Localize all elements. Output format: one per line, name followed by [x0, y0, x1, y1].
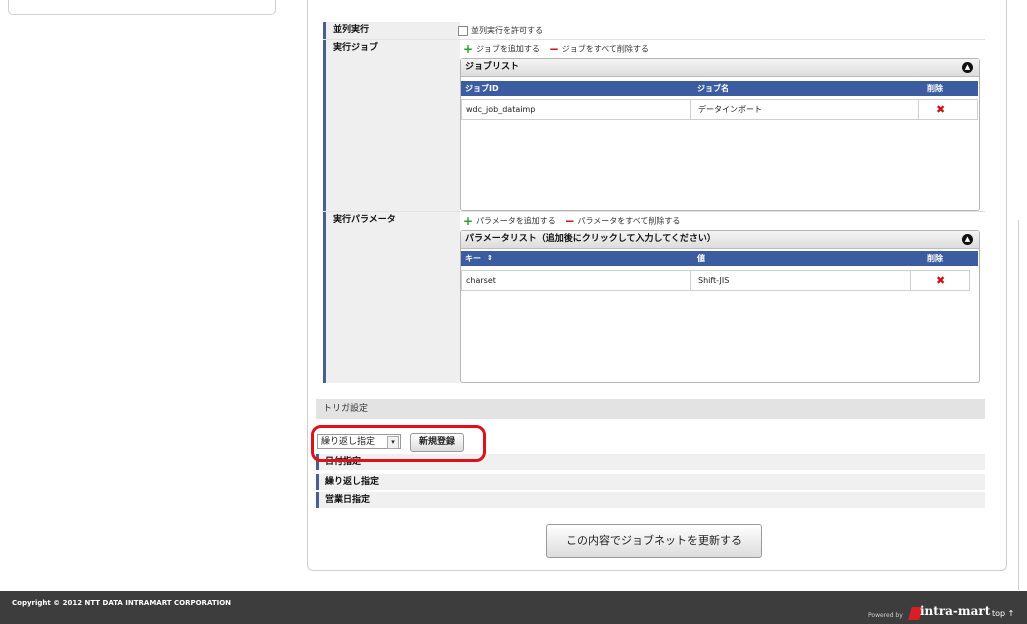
collapse-icon[interactable]: ▲: [962, 234, 973, 245]
left-sidebar-panel: [8, 0, 276, 15]
table-row[interactable]: charset Shift-JIS ✖: [461, 270, 970, 291]
jobs-label-cell: 実行ジョブ: [323, 40, 460, 211]
plus-icon: +: [463, 214, 474, 228]
parallel-value-cell: 並列実行を許可する: [458, 22, 985, 39]
col-delete: 削除: [927, 84, 943, 93]
delete-all-params-link[interactable]: パラメータをすべて削除する: [578, 217, 681, 226]
delete-icon[interactable]: ✖: [932, 100, 945, 119]
trigger-row-business-day: 営業日指定: [316, 492, 985, 509]
params-label-cell: 実行パラメータ: [323, 212, 460, 383]
cell-divider: [690, 271, 691, 290]
params-label: 実行パラメータ: [333, 215, 396, 225]
jobs-actions: + ジョブを追加する − ジョブをすべて削除する: [458, 40, 985, 58]
param-key-cell: charset: [466, 276, 496, 285]
jobs-label: 実行ジョブ: [333, 43, 379, 53]
params-actions: + パラメータを追加する − パラメータをすべて削除する: [458, 212, 985, 230]
powered-by-text: Powered by: [868, 612, 903, 619]
update-jobnet-button[interactable]: この内容でジョブネットを更新する: [546, 524, 762, 558]
job-list-title: ジョブリスト: [465, 62, 520, 72]
brand-logo: intra-mart: [920, 604, 991, 618]
minus-icon: −: [564, 214, 575, 228]
add-job-link[interactable]: ジョブを追加する: [476, 45, 540, 54]
job-table-header: ジョブID ジョブ名 削除: [461, 81, 978, 96]
footer: Copyright © 2012 NTT DATA INTRAMART CORP…: [0, 591, 1027, 624]
delete-all-jobs-link[interactable]: ジョブをすべて削除する: [562, 45, 649, 54]
job-name-cell: データインポート: [698, 105, 762, 114]
col-value: 値: [697, 254, 705, 263]
highlight-annotation: [311, 425, 486, 462]
param-table-header: キー ⇕ 値 削除: [461, 251, 978, 266]
param-value-cell: Shift-JIS: [698, 276, 730, 285]
add-param-link[interactable]: パラメータを追加する: [476, 217, 556, 226]
delete-icon[interactable]: ✖: [932, 271, 945, 290]
parallel-label-cell: 並列実行: [323, 22, 460, 40]
col-job-id: ジョブID: [465, 84, 499, 93]
plus-icon: +: [463, 42, 474, 56]
param-list-header: パラメータリスト（追加後にクリックして入力してください） ▲: [461, 231, 979, 249]
trigger-row-label: 繰り返し指定: [316, 474, 456, 490]
cell-divider: [910, 271, 911, 290]
scroll-track: [1018, 220, 1019, 590]
parallel-checkbox-label[interactable]: 並列実行を許可する: [471, 26, 543, 35]
parallel-label: 並列実行: [333, 25, 370, 35]
cell-divider: [690, 100, 691, 119]
copyright-text: Copyright © 2012 NTT DATA INTRAMART CORP…: [12, 599, 232, 607]
col-key[interactable]: キー: [461, 251, 481, 266]
col-delete: 削除: [927, 254, 943, 263]
cell-divider: [918, 100, 919, 119]
trigger-section-title: トリガ設定: [316, 399, 985, 419]
trigger-row-repeat: 繰り返し指定: [316, 474, 985, 491]
collapse-icon[interactable]: ▲: [962, 62, 973, 73]
col-job-name: ジョブ名: [697, 84, 729, 93]
param-list-title: パラメータリスト（追加後にクリックして入力してください）: [465, 234, 716, 244]
parallel-checkbox[interactable]: [458, 25, 468, 36]
top-link[interactable]: top ↑: [992, 609, 1014, 618]
sort-icon[interactable]: ⇕: [483, 251, 493, 266]
job-list-header: ジョブリスト ▲: [461, 59, 979, 77]
minus-icon: −: [548, 42, 559, 56]
job-id-cell: wdc_job_dataimp: [466, 105, 536, 114]
trigger-row-label: 営業日指定: [316, 492, 456, 508]
table-row[interactable]: wdc_job_dataimp データインポート ✖: [461, 99, 978, 120]
